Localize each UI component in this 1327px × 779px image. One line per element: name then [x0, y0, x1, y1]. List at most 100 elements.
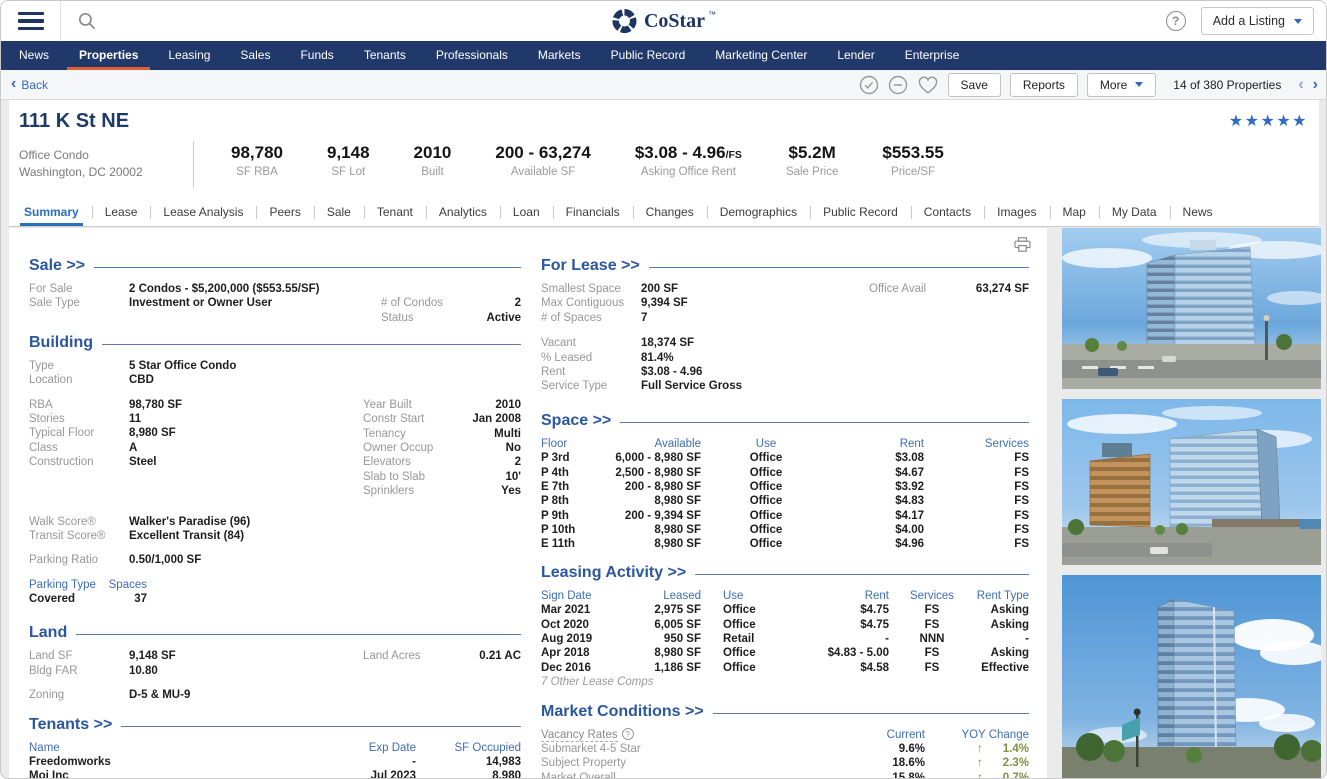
minus-circle-icon[interactable] [888, 75, 908, 95]
tab[interactable]: Peers [256, 199, 313, 226]
building-heading: Building [29, 334, 93, 352]
menu-icon[interactable] [18, 12, 44, 30]
leasing-activity-section: Leasing Activity >> Sign Date Leased Use… [541, 563, 1029, 690]
costar-wordmark: CoStar [644, 10, 705, 33]
for-lease-heading-link[interactable]: For Lease >> [541, 257, 640, 275]
field-row: Type5 Star Office Condo [29, 359, 521, 373]
prev-property-icon[interactable]: ‹ [1298, 76, 1303, 94]
add-listing-button[interactable]: Add a Listing [1201, 7, 1314, 35]
save-button[interactable]: Save [948, 73, 1001, 97]
tenants-section: Tenants >> Name Exp Date SF Occupied Fre… [29, 715, 521, 779]
info-icon[interactable]: ? [622, 728, 634, 740]
property-type: Office Condo [19, 147, 143, 164]
field-row: For Sale2 Condos - $5,200,000 ($553.55/S… [29, 282, 521, 296]
nav-item[interactable]: Public Record [596, 41, 701, 70]
tab[interactable]: Contacts [911, 199, 984, 226]
more-button[interactable]: More [1087, 73, 1156, 97]
field-row: Service TypeFull Service Gross [541, 379, 1029, 393]
tab[interactable]: Tenant [364, 199, 426, 226]
market-conditions-section: Market Conditions >> Vacancy Rates? Curr… [541, 702, 1029, 779]
nav-item[interactable]: Sales [225, 41, 285, 70]
nav-item[interactable]: Leasing [153, 41, 225, 70]
leasing-table-header: Sign Date Leased Use Rent Services Rent … [541, 589, 1029, 603]
up-arrow-icon: ↑ [977, 771, 983, 779]
reports-button[interactable]: Reports [1010, 73, 1078, 97]
tab[interactable]: Public Record [810, 199, 911, 226]
help-icon[interactable]: ? [1166, 11, 1186, 31]
field-row: Year Built2010 [363, 398, 521, 412]
field-row: LocationCBD [29, 373, 521, 387]
nav-item[interactable]: Markets [523, 41, 596, 70]
property-photo-2[interactable] [1062, 399, 1321, 565]
nav-item[interactable]: Tenants [349, 41, 421, 70]
nav-item[interactable]: Funds [285, 41, 348, 70]
stat: 200 - 63,274 Available SF [473, 143, 612, 178]
tab[interactable]: Images [984, 199, 1049, 226]
lease-comp-row: Dec 2016 1,186 SF Office $4.58 FS Effect… [541, 661, 1029, 675]
field-row: Bldg FAR10.80 [29, 664, 521, 678]
market-row: Subject Property 18.6% ↑2.3% [541, 756, 1029, 770]
property-photo-3[interactable] [1062, 575, 1321, 779]
add-listing-label: Add a Listing [1213, 14, 1285, 28]
check-circle-icon[interactable] [859, 75, 879, 95]
field-row: Office Avail63,274 SF [869, 282, 1029, 296]
nav-item[interactable]: Properties [64, 41, 153, 70]
section-tabs: SummaryLeaseLease AnalysisPeersSaleTenan… [9, 199, 1319, 227]
sale-heading-link[interactable]: Sale >> [29, 257, 85, 275]
tab[interactable]: Lease Analysis [150, 199, 256, 226]
nav-item[interactable]: Enterprise [890, 41, 975, 70]
space-row: P 10th 8,980 SF Office $4.00 FS [541, 523, 1029, 537]
field-row: Elevators2 [363, 455, 521, 469]
favorite-heart-icon[interactable] [917, 75, 939, 95]
parking-table-header: Parking Type Spaces [29, 578, 521, 592]
market-conditions-heading-link[interactable]: Market Conditions >> [541, 703, 704, 721]
tab[interactable]: Map [1050, 199, 1099, 226]
other-lease-comps-link[interactable]: 7 Other Lease Comps [541, 675, 1029, 689]
tab[interactable]: Loan [500, 199, 553, 226]
tab[interactable]: Financials [553, 199, 633, 226]
tab[interactable]: Analytics [426, 199, 500, 226]
parking-table: Parking Type Spaces Covered 37 [29, 578, 521, 607]
tab[interactable]: Lease [92, 199, 151, 226]
nav-item[interactable]: Professionals [421, 41, 523, 70]
space-row: E 11th 8,980 SF Office $4.96 FS [541, 537, 1029, 551]
tab[interactable]: Sale [314, 199, 364, 226]
property-subtitle: Office Condo Washington, DC 20002 [19, 147, 143, 181]
tab[interactable]: My Data [1099, 199, 1170, 226]
property-photo-1[interactable] [1062, 228, 1321, 389]
field-row: SprinklersYes [363, 484, 521, 498]
space-heading-link[interactable]: Space >> [541, 412, 611, 430]
tab[interactable]: Summary [11, 199, 92, 226]
top-bar: CoStar ™ ? Add a Listing [1, 1, 1326, 41]
field-row: # of Spaces7 [541, 311, 1029, 325]
property-counter: 14 of 380 Properties [1173, 78, 1281, 92]
for-lease-section: For Lease >> Smallest Space200 SFMax Con… [541, 256, 1029, 394]
tab[interactable]: Changes [633, 199, 707, 226]
nav-item[interactable]: Marketing Center [700, 41, 822, 70]
field-row: Slab to Slab10' [363, 470, 521, 484]
back-link[interactable]: ‹ Back [11, 70, 48, 99]
tenants-heading-link[interactable]: Tenants >> [29, 716, 112, 734]
next-property-icon[interactable]: › [1313, 76, 1318, 94]
search-icon[interactable] [78, 12, 96, 30]
chevron-down-icon [1135, 82, 1143, 87]
vacancy-rates-link[interactable]: Vacancy Rates [541, 729, 618, 742]
divider [713, 713, 1029, 714]
star-rating: ★★★★★ [1229, 111, 1308, 131]
leasing-activity-heading-link[interactable]: Leasing Activity >> [541, 564, 686, 582]
nav-item[interactable]: News [4, 41, 64, 70]
stat: 98,780 SF RBA [209, 143, 305, 178]
space-table-header: Floor Available Use Rent Services [541, 437, 1029, 451]
tab[interactable]: Demographics [707, 199, 810, 226]
print-icon[interactable] [1014, 237, 1031, 253]
market-row: Submarket 4-5 Star 9.6% ↑1.4% [541, 742, 1029, 756]
field-row: Walk Score®Walker's Paradise (96) [29, 515, 521, 529]
field-row: StatusActive [381, 311, 521, 325]
toolbar: ‹ Back Save Reports More 14 of 380 Prope… [1, 70, 1326, 100]
lease-comp-row: Oct 2020 6,005 SF Office $4.75 FS Asking [541, 618, 1029, 632]
nav-item[interactable]: Lender [822, 41, 889, 70]
tab[interactable]: News [1170, 199, 1226, 226]
property-header: 111 K St NE Office Condo Washington, DC … [9, 100, 1319, 199]
key-stats: 98,780 SF RBA 9,148 SF Lot 2010 Built 20… [209, 143, 966, 178]
trademark: ™ [708, 10, 716, 19]
